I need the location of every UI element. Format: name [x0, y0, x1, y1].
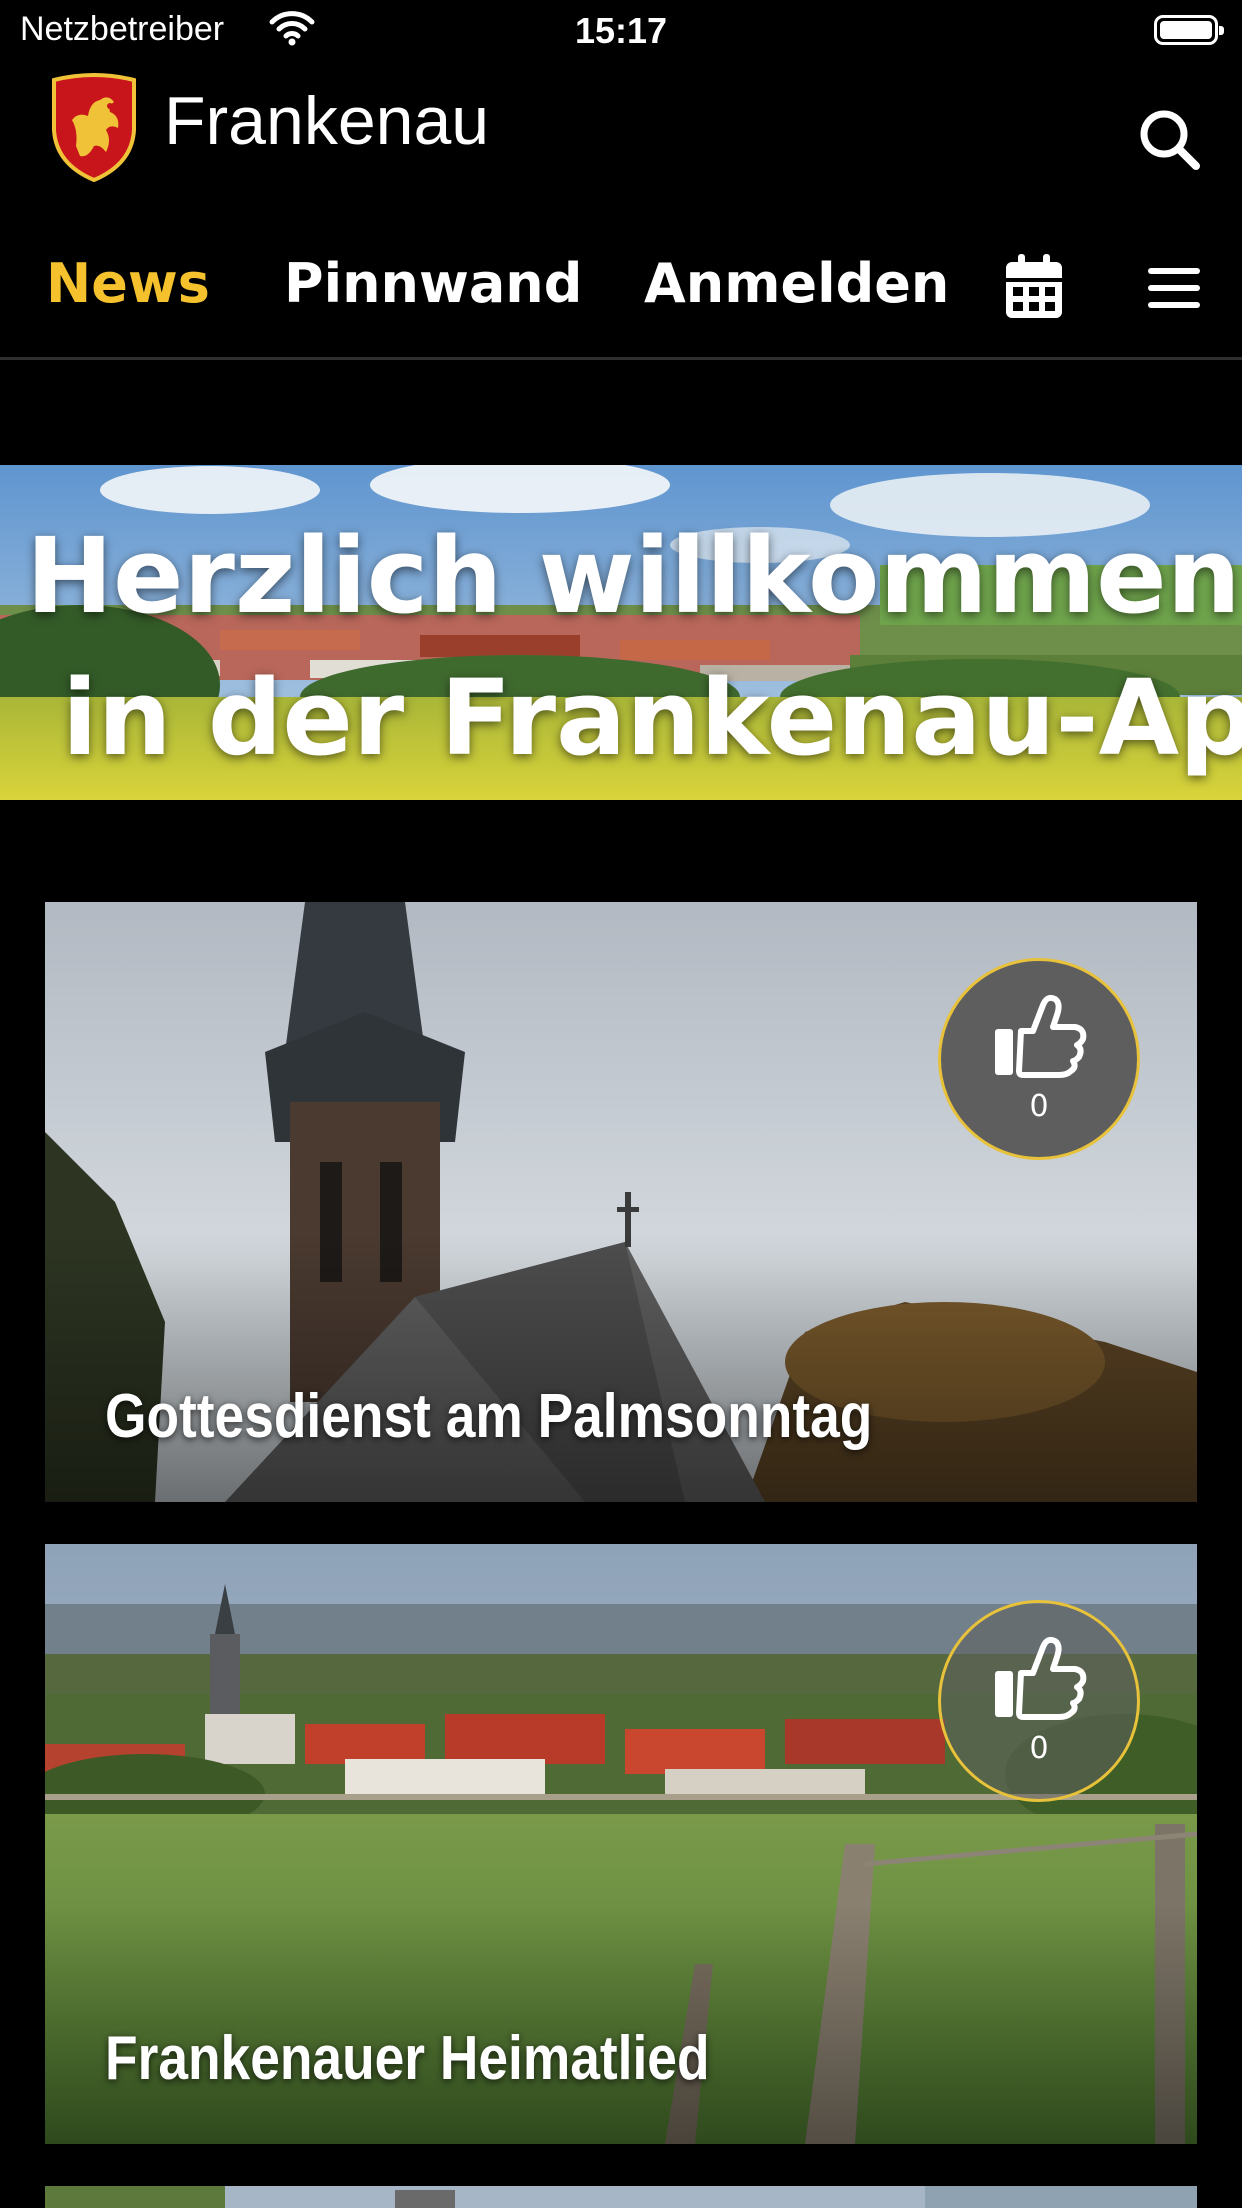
coat-of-arms-logo: [52, 73, 136, 182]
app-header: Frankenau: [0, 60, 1242, 190]
banner-heading-line-1: Herzlich willkommen: [26, 515, 1241, 637]
battery-icon: [1154, 15, 1224, 45]
search-icon[interactable]: [1130, 100, 1210, 180]
calendar-icon[interactable]: [1004, 254, 1064, 320]
banner-heading-line-2: in der Frankenau-App!: [62, 657, 1242, 779]
status-bar: Netzbetreiber 15:17: [0, 0, 1242, 60]
tab-anmelden[interactable]: Anmelden: [644, 252, 949, 315]
card-photo-partial: [45, 2186, 1197, 2208]
app-title: Frankenau: [164, 83, 490, 159]
welcome-banner[interactable]: Herzlich willkommen in der Frankenau-App…: [0, 465, 1242, 800]
card-title: Gottesdienst am Palmsonntag: [105, 1382, 873, 1451]
tab-news[interactable]: News: [46, 252, 210, 315]
thumbs-up-icon: [995, 994, 1087, 1078]
hamburger-menu-icon[interactable]: [1146, 258, 1202, 318]
clock: 15:17: [574, 10, 668, 51]
like-count: 0: [1029, 1731, 1049, 1766]
news-card[interactable]: 0 Frankenauer Heimatlied: [45, 1544, 1197, 2144]
thumbs-up-icon: [995, 1636, 1087, 1720]
like-button[interactable]: 0: [938, 1600, 1140, 1802]
tab-pinnwand[interactable]: Pinnwand: [284, 252, 582, 315]
news-card[interactable]: [45, 2186, 1197, 2208]
nav-tabs: News Pinnwand Anmelden: [0, 230, 1242, 360]
like-count: 0: [1029, 1089, 1049, 1124]
card-title: Frankenauer Heimatlied: [105, 2024, 710, 2093]
like-button[interactable]: 0: [938, 958, 1140, 1160]
news-card[interactable]: 0 Gottesdienst am Palmsonntag: [45, 902, 1197, 1502]
